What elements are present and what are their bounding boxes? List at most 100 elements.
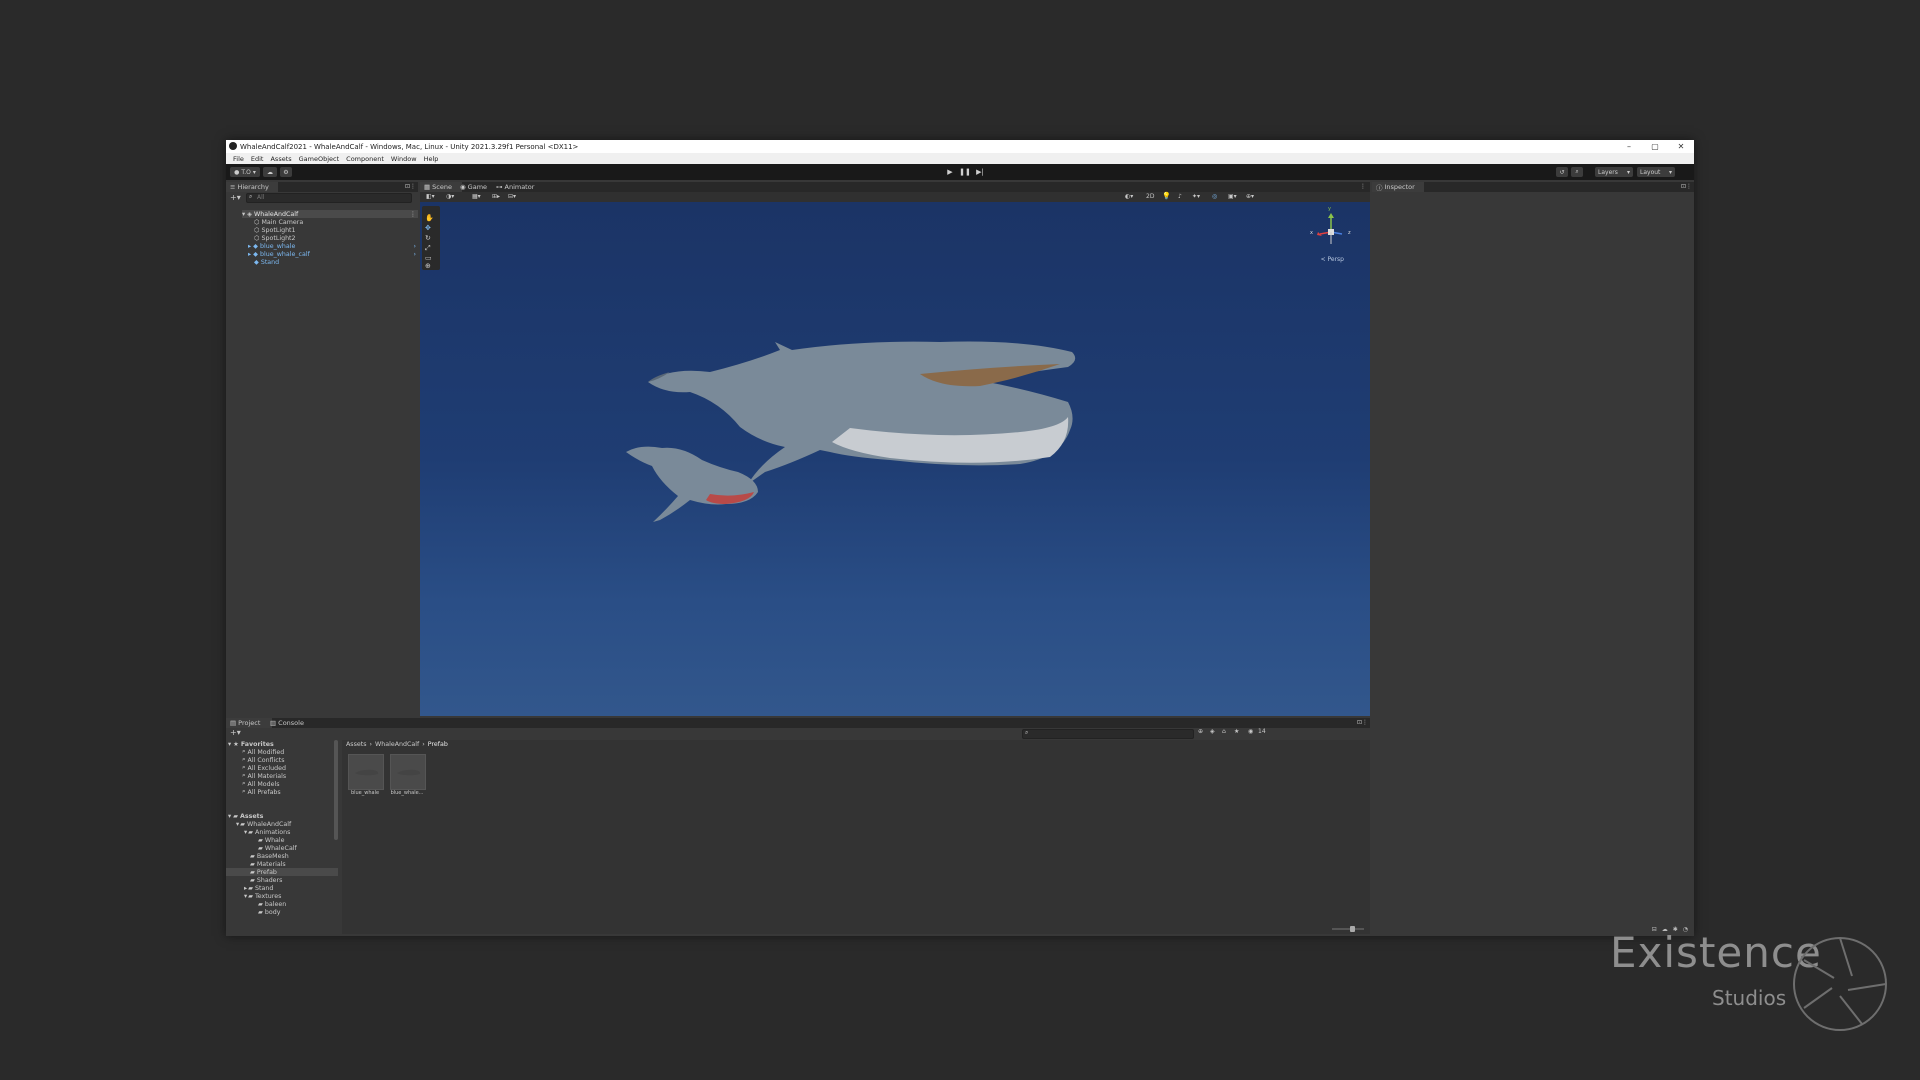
maximize-button[interactable]: ▢ (1642, 140, 1668, 153)
minimize-button[interactable]: – (1616, 140, 1642, 153)
folder-item[interactable]: ▰ Whale (226, 836, 338, 844)
favorite-item[interactable]: ⌕ All Materials (226, 772, 338, 780)
kebab-menu-icon[interactable]: ⋮ (1686, 183, 1692, 190)
cloud-button[interactable]: ☁ (263, 167, 277, 177)
asset-thumbnail-blue-whale[interactable] (348, 754, 384, 790)
favorite-item[interactable]: ⌕ All Conflicts (226, 756, 338, 764)
draw-mode-icon[interactable]: ◑▾ (446, 193, 454, 200)
slider-handle[interactable] (1350, 926, 1355, 932)
menu-assets[interactable]: Assets (270, 155, 291, 163)
watermark: Existence Studios (1600, 928, 1900, 1058)
favorites-header[interactable]: ▾ ★ Favorites (226, 740, 338, 748)
folder-item[interactable]: ▰ WhaleCalf (226, 844, 338, 852)
chevron-down-icon: ▾ (1668, 168, 1672, 176)
folder-item[interactable]: ▰ BaseMesh (226, 852, 338, 860)
menu-edit[interactable]: Edit (251, 155, 264, 163)
favorite-item[interactable]: ⌕ All Excluded (226, 764, 338, 772)
tab-hierarchy[interactable]: ≡ Hierarchy (226, 182, 278, 192)
hierarchy-item-spotlight1[interactable]: ⬡ SpotLight1 (242, 226, 418, 234)
hierarchy-item-main-camera[interactable]: ⬡ Main Camera (242, 218, 418, 226)
assets-header[interactable]: ▾ ▰ Assets (226, 812, 338, 820)
search-by-label-icon[interactable]: ◈ (1210, 728, 1215, 735)
snap-icon[interactable]: ⊞▸ (492, 193, 500, 200)
increment-icon[interactable]: ⊟▾ (508, 193, 516, 200)
chevron-right-icon[interactable]: › (413, 243, 416, 250)
toggle-2d-button[interactable]: 2D (1146, 193, 1154, 200)
whale-models[interactable] (420, 202, 1370, 716)
hierarchy-search-input[interactable]: ⌕ All (246, 193, 412, 203)
menu-component[interactable]: Component (346, 155, 384, 163)
collab-settings-button[interactable]: ⚙ (280, 167, 292, 177)
folder-item[interactable]: ▰ baleen (226, 900, 338, 908)
add-icon[interactable]: +▾ (230, 728, 241, 737)
folder-item[interactable]: ▾ ▰ Textures (226, 892, 338, 900)
shading-mode-icon[interactable]: ◧▾ (426, 193, 435, 200)
hierarchy-panel: ≡ Hierarchy ⊡ ⋮ +▾ ⌕ All ▾ ◈ WhaleAndCal… (226, 182, 418, 714)
menu-gameobject[interactable]: GameObject (299, 155, 340, 163)
asset-thumbnail-blue-whale-calf[interactable] (390, 754, 426, 790)
add-icon[interactable]: +▾ (230, 193, 241, 202)
lighting-toggle-icon[interactable]: 💡 (1162, 192, 1171, 200)
star-icon[interactable]: ★ (1234, 728, 1239, 735)
gizmos-icon[interactable]: ⊕▾ (1246, 193, 1254, 200)
chevron-down-icon: ▾ (228, 740, 232, 748)
favorite-item[interactable]: ⌕ All Models (226, 780, 338, 788)
folder-tree-scrollbar[interactable] (334, 740, 338, 840)
hierarchy-scene-row[interactable]: ▾ ◈ WhaleAndCalf ⋮ (242, 210, 418, 218)
folder-open-icon: ▰ (233, 812, 239, 820)
effects-toggle-icon[interactable]: ✦▾ (1192, 193, 1200, 200)
menu-file[interactable]: File (233, 155, 244, 163)
account-button[interactable]: ● T.O ▾ (230, 167, 260, 177)
play-button[interactable]: ▶ (944, 167, 956, 177)
menu-window[interactable]: Window (391, 155, 417, 163)
kebab-menu-icon[interactable]: ⋮ (1360, 183, 1366, 190)
folder-item[interactable]: ▸ ▰ Stand (226, 884, 338, 892)
chevron-right-icon[interactable]: › (413, 251, 416, 258)
folder-item-selected[interactable]: ▰ Prefab (226, 868, 338, 876)
breadcrumb-item[interactable]: Assets (346, 741, 367, 748)
hidden-objects-icon[interactable]: ◎ (1212, 193, 1217, 200)
project-search-input[interactable]: ⌕ (1022, 729, 1194, 739)
tab-console[interactable]: ▥ Console (266, 718, 314, 728)
breadcrumb-item[interactable]: Prefab (428, 741, 448, 748)
hierarchy-item-stand[interactable]: ◆ Stand (242, 258, 418, 266)
kebab-menu-icon[interactable]: ⋮ (410, 211, 416, 218)
search-by-type-icon[interactable]: ⊕ (1198, 728, 1203, 735)
blue-whale-icon[interactable] (648, 341, 1076, 484)
hierarchy-item-blue-whale[interactable]: ▸ ◆ blue_whale › (242, 242, 418, 250)
thumbnail-size-slider[interactable] (1332, 926, 1364, 932)
step-button[interactable]: ▶| (974, 167, 986, 177)
blue-whale-calf-icon[interactable] (626, 446, 758, 522)
folder-item[interactable]: ▾ ▰ WhaleAndCalf (226, 820, 338, 828)
grid-icon[interactable]: ▦▾ (472, 193, 481, 200)
kebab-menu-icon[interactable]: ⋮ (1362, 719, 1368, 726)
tag-icon[interactable]: ⌂ (1222, 728, 1226, 735)
pause-button[interactable]: ❚❚ (959, 167, 971, 177)
layout-dropdown[interactable]: Layout ▾ (1637, 167, 1675, 177)
eye-icon[interactable]: ◉ (1248, 728, 1253, 735)
favorite-item[interactable]: ⌕ All Prefabs (226, 788, 338, 796)
folder-item[interactable]: ▰ Materials (226, 860, 338, 868)
persp-toggle-icon[interactable]: ◐▾ (1125, 193, 1133, 200)
undo-history-button[interactable]: ↺ (1556, 167, 1568, 177)
chevron-right-icon: ▸ (244, 884, 248, 892)
hierarchy-item-blue-whale-calf[interactable]: ▸ ◆ blue_whale_calf › (242, 250, 418, 258)
close-button[interactable]: ✕ (1668, 140, 1694, 153)
breadcrumb-item[interactable]: WhaleAndCalf (375, 741, 419, 748)
audio-toggle-icon[interactable]: ♪ (1178, 193, 1182, 200)
layers-dropdown[interactable]: Layers ▾ (1595, 167, 1633, 177)
folder-item[interactable]: ▰ Shaders (226, 876, 338, 884)
prefab-icon: ◆ (253, 242, 259, 250)
search-button[interactable]: ⌕ (1571, 167, 1583, 177)
scene-viewport[interactable]: ✋ ✥ ↻ ⤢ ▭ ⊕ y x z < Persp (420, 202, 1370, 716)
kebab-menu-icon[interactable]: ⋮ (410, 183, 416, 190)
project-panel: ▤ Project ▥ Console ⊡ ⋮ +▾ ⌕ ⊕ ◈ ⌂ ★ ◉ 1… (226, 718, 1370, 934)
hierarchy-item-spotlight2[interactable]: ⬡ SpotLight2 (242, 234, 418, 242)
tab-animator[interactable]: ⊶ Animator (492, 182, 544, 192)
camera-settings-icon[interactable]: ▣▾ (1228, 193, 1237, 200)
favorite-item[interactable]: ⌕ All Modified (226, 748, 338, 756)
menu-help[interactable]: Help (424, 155, 439, 163)
tab-inspector[interactable]: ⓘ Inspector (1372, 182, 1424, 192)
folder-item[interactable]: ▰ body (226, 908, 338, 916)
folder-item[interactable]: ▾ ▰ Animations (226, 828, 338, 836)
